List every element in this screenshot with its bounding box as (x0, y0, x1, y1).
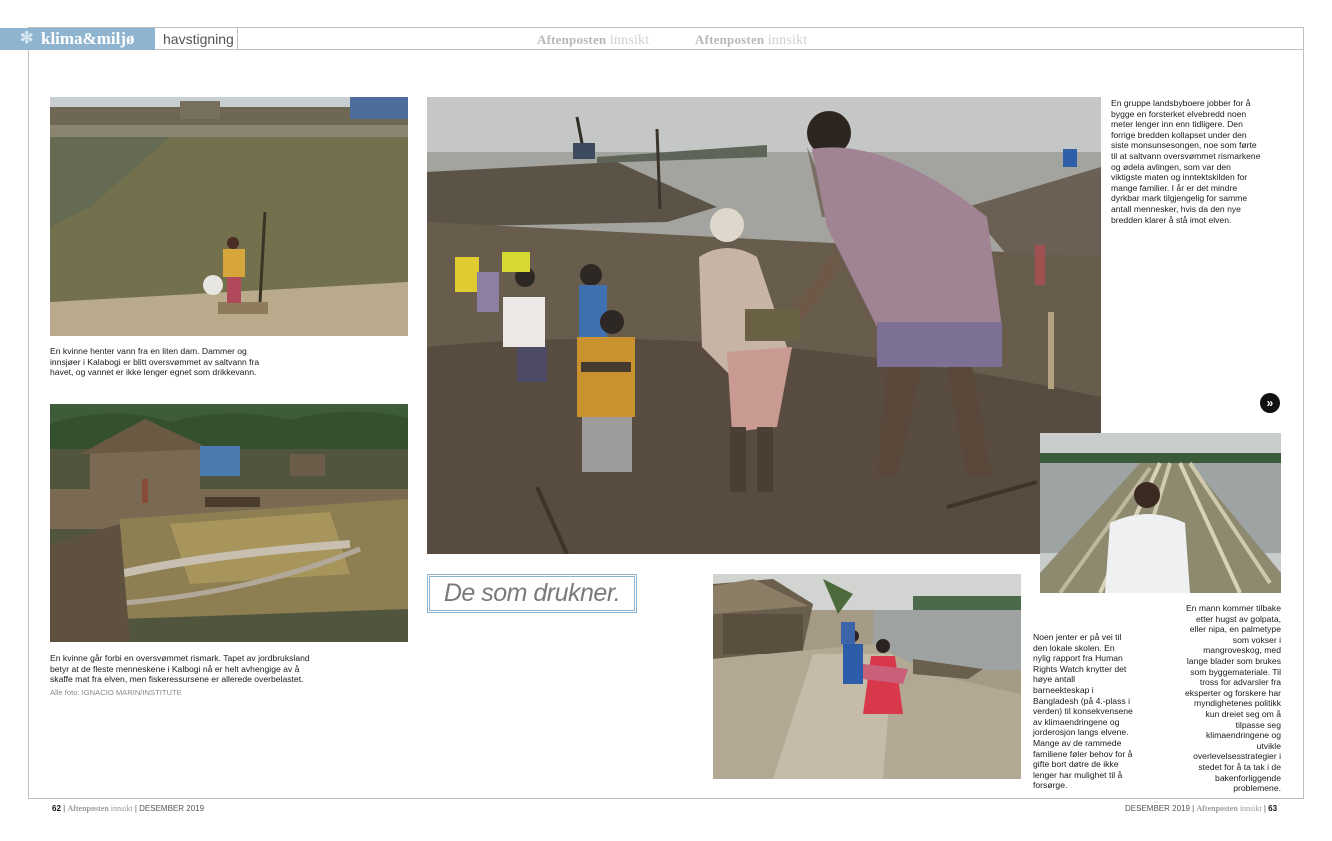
footer-left: 62 | Aftenposten innsikt | DESEMBER 2019 (52, 804, 205, 813)
masthead-logo: Aftenposten innsikt (695, 32, 808, 48)
section-tag[interactable]: ✻ klima&miljø (0, 28, 155, 50)
footer-date-left: DESEMBER 2019 (139, 804, 205, 813)
footer-logo: Aftenposten innsikt (1196, 804, 1262, 813)
photo-ricefield (50, 404, 408, 642)
page-number-left: 62 (52, 804, 61, 813)
subsection-label[interactable]: havstigning (155, 28, 238, 50)
caption-girls: Noen jenter er på vei til den lokale sko… (1033, 632, 1133, 791)
photo-girls (713, 574, 1021, 779)
footer-date-right: DESEMBER 2019 (1125, 804, 1190, 813)
snowflake-icon: ✻ (20, 30, 34, 47)
article-title-text: De som drukner. (443, 579, 621, 607)
double-chevron-right-icon: » (1266, 396, 1274, 410)
photo-pond (50, 97, 408, 336)
next-page-button[interactable]: » (1260, 393, 1280, 413)
caption-pond: En kvinne henter vann fra en liten dam. … (50, 346, 260, 378)
photo-riverbank (427, 97, 1101, 554)
photo-credit: Alle foto: IGNACIO MARIN/INSTITUTE (50, 688, 182, 697)
masthead-logo: Aftenposten innsikt (537, 32, 650, 48)
photo-bamboo (1040, 433, 1281, 593)
caption-riverbank: En gruppe landsbyboere jobber for å bygg… (1111, 98, 1261, 225)
footer-right: DESEMBER 2019 | Aftenposten innsikt | 63 (1125, 804, 1278, 813)
caption-ricefield: En kvinne går forbi en oversvømmet risma… (50, 653, 310, 685)
page-number-right: 63 (1268, 804, 1278, 813)
caption-bamboo: En mann kommer tilbake etter hugst av go… (1184, 603, 1281, 794)
footer-logo: Aftenposten innsikt (67, 804, 133, 813)
section-label: klima&miljø (41, 29, 135, 48)
article-title: De som drukner. (427, 574, 637, 613)
